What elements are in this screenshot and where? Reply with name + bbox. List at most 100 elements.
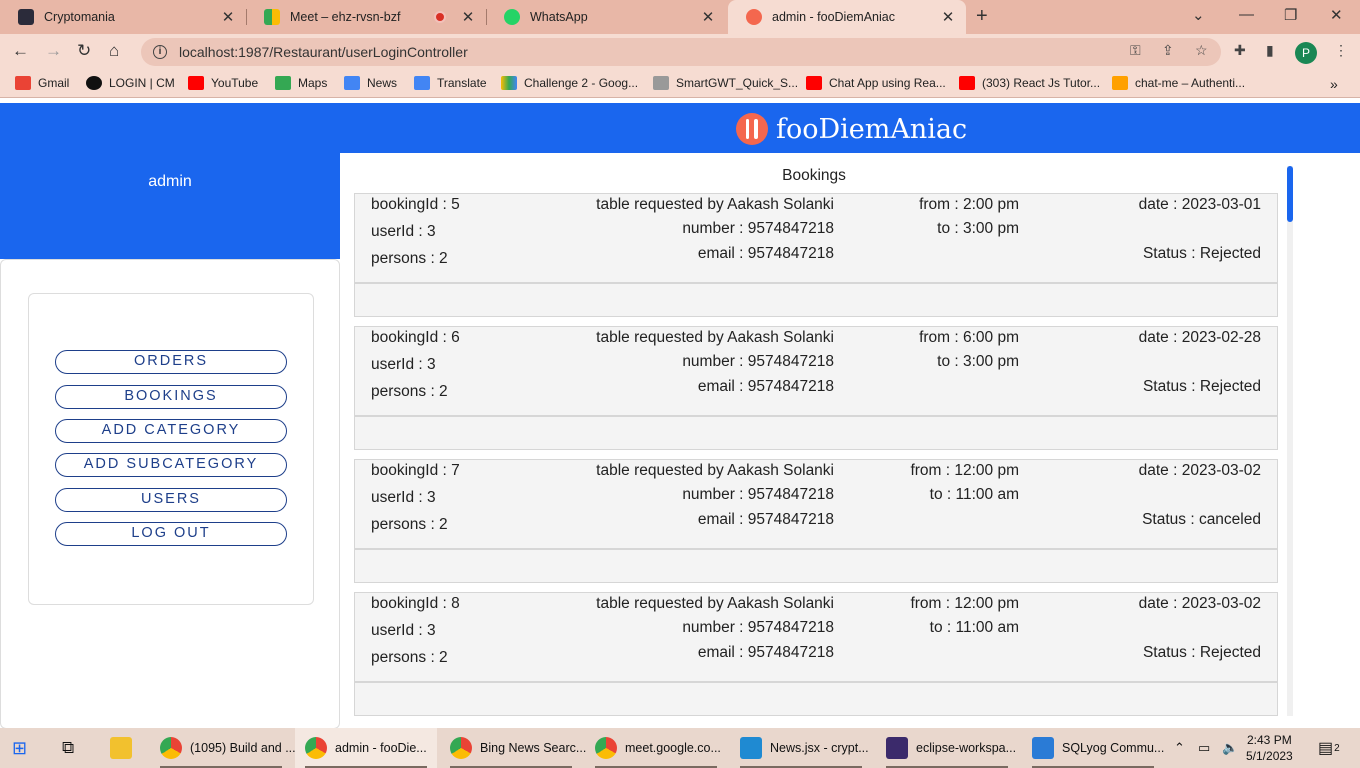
window-close-icon[interactable]: ✕ <box>1330 6 1343 24</box>
notifications-icon[interactable]: ▤ 2 <box>1318 728 1340 768</box>
bookmark-label: Translate <box>437 76 487 90</box>
side-panel-icon[interactable]: ▮ <box>1266 42 1274 59</box>
tab-whatsapp[interactable]: WhatsApp ✕ <box>486 0 726 34</box>
taskbar-vscode[interactable]: News.jsx - crypt... <box>730 728 872 768</box>
booking-id: bookingId : 5 <box>371 196 460 213</box>
taskbar-chrome-bing[interactable]: Bing News Searc... <box>440 728 586 768</box>
booking-from: from : 12:00 pm <box>910 595 1019 612</box>
booking-number: number : 9574847218 <box>682 220 834 237</box>
booking-user-id: userId : 3 <box>371 622 436 639</box>
tab-meet[interactable]: Meet – ehz-rvsn-bzf ✕ <box>246 0 486 34</box>
chrome-icon <box>595 737 617 759</box>
bookmarks-bar: Gmail LOGIN | CM YouTube Maps News Trans… <box>0 70 1360 98</box>
sidebar-header: admin <box>0 153 340 259</box>
tray-chevron-up-icon[interactable]: ⌃ <box>1174 728 1185 768</box>
tab-cryptomania[interactable]: Cryptomania ✕ <box>0 0 246 34</box>
tab-title: WhatsApp <box>530 10 588 24</box>
booking-to: to : 11:00 am <box>929 486 1019 503</box>
tab-admin-foodiemaniac[interactable]: admin - fooDiemAniac ✕ <box>728 0 966 34</box>
volume-icon[interactable]: 🔈 <box>1222 728 1238 768</box>
booking-footer <box>354 416 1278 450</box>
tab-title: Meet – ehz-rvsn-bzf <box>290 10 401 24</box>
profile-avatar[interactable]: P <box>1295 42 1317 64</box>
taskbar-eclipse[interactable]: eclipse-workspa... <box>876 728 1018 768</box>
log-out-button[interactable]: LOG OUT <box>55 522 287 546</box>
bookmark-smartgwt[interactable]: SmartGWT_Quick_S... <box>653 76 798 90</box>
close-icon[interactable]: ✕ <box>460 8 476 26</box>
bookmark-label: Chat App using Rea... <box>829 76 946 90</box>
new-tab-plus-icon[interactable]: + <box>976 5 988 28</box>
admin-username: admin <box>148 173 192 190</box>
taskbar-chrome-admin[interactable]: admin - fooDie... <box>295 728 437 768</box>
booking-date: date : 2023-02-28 <box>1138 329 1261 346</box>
close-icon[interactable]: ✕ <box>220 8 236 26</box>
booking-to: to : 3:00 pm <box>937 353 1019 370</box>
minimize-icon[interactable]: — <box>1239 6 1254 23</box>
booking-requested-by: table requested by Aakash Solanki <box>596 196 834 213</box>
site-info-icon[interactable]: i <box>153 45 167 59</box>
booking-date: date : 2023-03-02 <box>1138 462 1261 479</box>
booking-to: to : 11:00 am <box>929 619 1019 636</box>
taskbar-sqlyog[interactable]: SQLyog Commu... <box>1022 728 1164 768</box>
bookmark-chat-app[interactable]: Chat App using Rea... <box>806 76 946 90</box>
bookmark-star-icon[interactable]: ☆ <box>1195 42 1208 59</box>
bookmark-label: News <box>367 76 398 90</box>
add-category-button[interactable]: ADD CATEGORY <box>55 419 287 443</box>
more-menu-icon[interactable]: ⋮ <box>1334 42 1348 59</box>
taskbar-label: eclipse-workspa... <box>916 741 1017 755</box>
news-icon <box>344 76 360 90</box>
vscode-icon <box>740 737 762 759</box>
close-icon[interactable]: ✕ <box>940 8 956 26</box>
share-icon[interactable]: ⇪ <box>1162 42 1174 59</box>
chrome-icon <box>450 737 472 759</box>
address-bar[interactable]: i localhost:1987/Restaurant/userLoginCon… <box>141 38 1221 66</box>
bookmark-label: YouTube <box>211 76 259 90</box>
extensions-puzzle-icon[interactable]: ✚ <box>1234 42 1246 59</box>
bookmark-translate[interactable]: Translate <box>414 76 487 90</box>
restore-icon[interactable]: ❐ <box>1284 6 1297 24</box>
booking-from: from : 12:00 pm <box>910 462 1019 479</box>
bookmark-react-tutorial[interactable]: (303) React Js Tutor... <box>959 76 1100 90</box>
forward-arrow-icon[interactable]: → <box>45 41 62 61</box>
taskbar-chrome-youtube[interactable]: (1095) Build and ... <box>150 728 296 768</box>
file-explorer-icon[interactable] <box>110 728 140 768</box>
bookmark-youtube[interactable]: YouTube <box>188 76 258 90</box>
chrome-icon <box>305 737 327 759</box>
booking-id: bookingId : 6 <box>371 329 460 346</box>
bookings-button[interactable]: BOOKINGS <box>55 385 287 409</box>
key-icon[interactable]: ⚿ <box>1130 42 1141 59</box>
eclipse-icon <box>886 737 908 759</box>
fork-knife-icon <box>736 113 768 145</box>
bookmark-maps[interactable]: Maps <box>275 76 327 90</box>
bookmark-challenge-2[interactable]: Challenge 2 - Goog... <box>501 76 638 90</box>
booking-card: bookingId : 8 userId : 3 persons : 2 tab… <box>354 592 1278 682</box>
bookmark-chat-me[interactable]: chat-me – Authenti... <box>1112 76 1245 90</box>
scrollbar-track[interactable] <box>1287 166 1293 716</box>
scrollbar-thumb[interactable] <box>1287 166 1293 222</box>
system-clock[interactable]: 2:43 PM 5/1/2023 <box>1246 732 1293 764</box>
add-subcategory-button[interactable]: ADD SUBCATEGORY <box>55 453 287 477</box>
task-view-icon[interactable]: ⧉ <box>62 728 74 768</box>
taskbar-label: meet.google.co... <box>625 741 721 755</box>
users-button[interactable]: USERS <box>55 488 287 512</box>
bookmark-login-cm[interactable]: LOGIN | CM <box>86 76 175 90</box>
tab-search-chevron-icon[interactable]: ⌄ <box>1192 6 1205 24</box>
booking-email: email : 9574847218 <box>697 511 834 528</box>
foodiemaniac-favicon-icon <box>746 9 762 25</box>
bookmarks-overflow-icon[interactable]: » <box>1330 76 1338 92</box>
booking-card: bookingId : 6 userId : 3 persons : 2 tab… <box>354 326 1278 416</box>
bookmark-label: LOGIN | CM <box>109 76 175 90</box>
taskbar-chrome-meet[interactable]: meet.google.co... <box>585 728 727 768</box>
home-icon[interactable]: ⌂ <box>109 41 119 61</box>
network-icon[interactable]: ▭ <box>1198 728 1210 768</box>
back-arrow-icon[interactable]: ← <box>12 41 29 61</box>
bookmark-news[interactable]: News <box>344 76 397 90</box>
booking-to: to : 3:00 pm <box>937 220 1019 237</box>
booking-number: number : 9574847218 <box>682 619 834 636</box>
orders-button[interactable]: ORDERS <box>55 350 287 374</box>
reload-icon[interactable]: ↻ <box>77 41 91 61</box>
bookmark-gmail[interactable]: Gmail <box>15 76 69 90</box>
windows-start-icon[interactable]: ⊞ <box>12 728 27 768</box>
close-icon[interactable]: ✕ <box>700 8 716 26</box>
tab-title: admin - fooDiemAniac <box>772 10 895 24</box>
